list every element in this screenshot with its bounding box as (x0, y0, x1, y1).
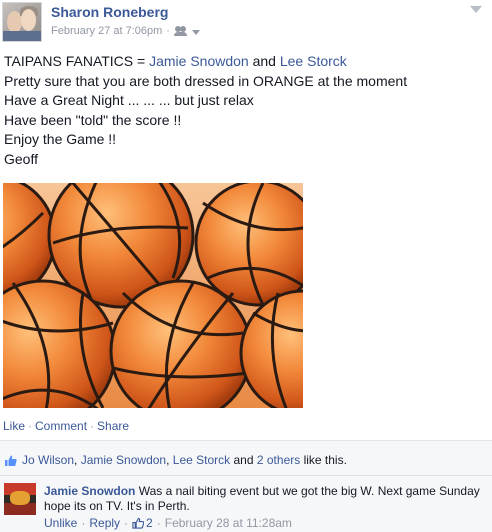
text-segment: and (233, 453, 254, 467)
others-likers-link[interactable]: 2 others (257, 453, 300, 467)
reply-button[interactable]: Reply (89, 516, 120, 530)
facebook-post: Sharon Roneberg February 27 at 7:06pm · … (0, 0, 492, 532)
post-actions: Like · Comment · Share (3, 419, 129, 433)
post-text-line: Have a Great Night ... ... ... but just … (4, 92, 254, 108)
thumbs-up-icon (4, 454, 17, 467)
thumbs-up-icon[interactable] (132, 517, 145, 529)
comment-like-count[interactable]: 2 (146, 516, 153, 530)
text-segment: , (74, 453, 78, 467)
separator: · (124, 516, 129, 530)
liker-link-jo-wilson[interactable]: Jo Wilson (22, 453, 74, 467)
post-timestamp-link[interactable]: February 27 at 7:06pm (51, 25, 162, 37)
comment-timestamp-link[interactable]: February 28 at 11:28am (165, 516, 292, 530)
post-text-line: Geoff (4, 150, 38, 167)
post-photo-basketballs[interactable] (3, 183, 303, 408)
comment-button[interactable]: Comment (35, 419, 87, 433)
post-meta: February 27 at 7:06pm · (51, 25, 200, 37)
liker-link-lee-storck[interactable]: Lee Storck (173, 453, 230, 467)
likes-summary: Jo Wilson, Jamie Snowdon, Lee Storck and… (4, 453, 347, 467)
comment-meta: Unlike · Reply · 2 · February 28 at 11:2… (44, 516, 292, 530)
post-author-link[interactable]: Sharon Roneberg (51, 4, 168, 20)
text-segment: like this. (303, 453, 347, 467)
commenter-avatar[interactable] (4, 483, 36, 515)
post-text-line: Pretty sure that you are both dressed in… (4, 72, 408, 89)
separator: · (28, 419, 33, 433)
separator: · (166, 25, 170, 37)
share-button[interactable]: Share (97, 419, 129, 433)
text-segment: TAIPANS FANATICS = (4, 53, 150, 69)
text-segment: and (248, 53, 280, 69)
separator: · (90, 419, 95, 433)
like-button[interactable]: Like (3, 419, 25, 433)
tag-link-lee-storck[interactable]: Lee Storck (280, 53, 347, 69)
post-text-line: Have been "told" the score !! (4, 111, 182, 128)
feedback-panel: Jo Wilson, Jamie Snowdon, Lee Storck and… (0, 440, 492, 532)
post-text: TAIPANS FANATICS = Jamie Snowdon and Lee… (4, 52, 484, 169)
divider (0, 475, 492, 476)
separator: · (81, 516, 86, 530)
separator: · (156, 516, 161, 530)
post-text-line: Enjoy the Game !! (4, 131, 117, 147)
post-text-line: TAIPANS FANATICS = Jamie Snowdon and Lee… (4, 52, 484, 72)
comment-body: Jamie Snowdon Was a nail biting event bu… (44, 484, 484, 514)
tag-link-jamie-snowdon[interactable]: Jamie Snowdon (149, 53, 249, 69)
liker-link-jamie-snowdon[interactable]: Jamie Snowdon (81, 453, 166, 467)
basketballs-image (3, 183, 303, 408)
author-avatar[interactable] (2, 2, 42, 42)
unlike-button[interactable]: Unlike (44, 516, 77, 530)
commenter-link[interactable]: Jamie Snowdon (44, 484, 135, 498)
post-options-chevron-icon[interactable] (470, 6, 482, 13)
text-segment: , (166, 453, 170, 467)
friends-icon[interactable] (173, 26, 194, 36)
